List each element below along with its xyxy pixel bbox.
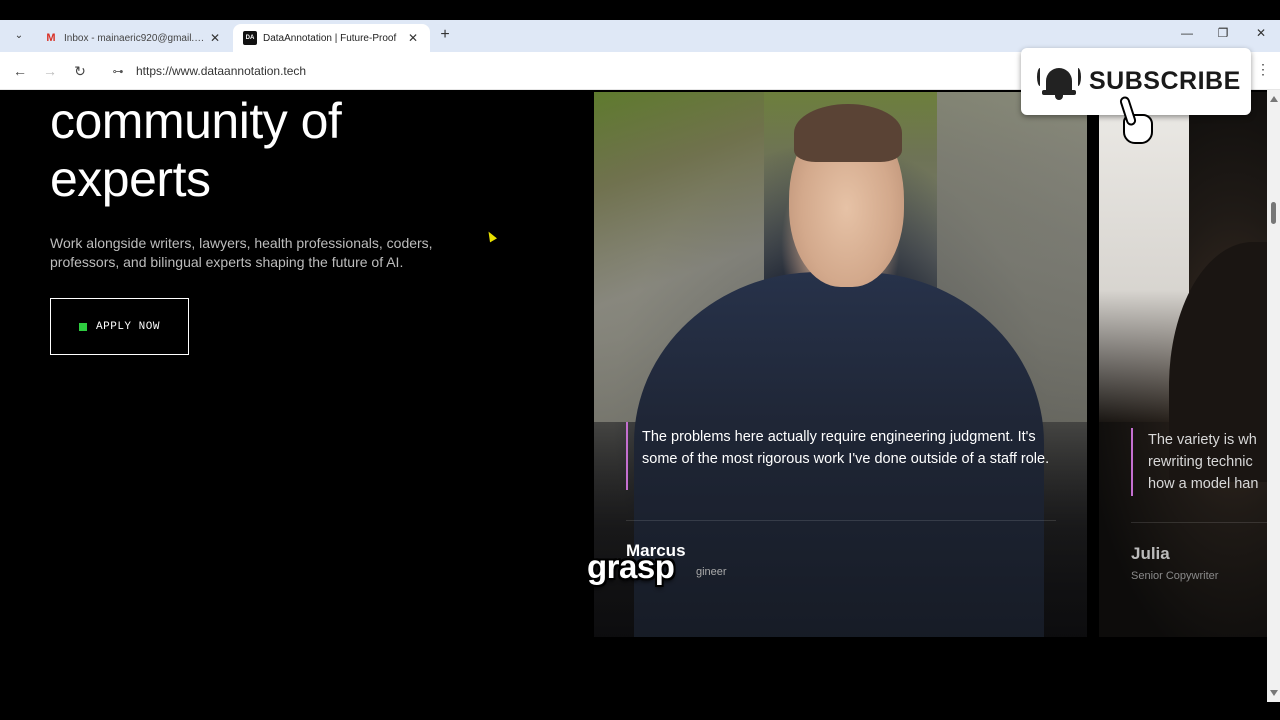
url-text[interactable]: https://www.dataannotation.tech: [136, 64, 306, 78]
top-black-bar: [0, 0, 1280, 20]
scroll-thumb[interactable]: [1271, 202, 1276, 224]
quote-line: how a model han: [1148, 476, 1259, 492]
address-bar[interactable]: ⊶ https://www.dataannotation.tech: [102, 57, 1020, 85]
headline-line-1: community of: [50, 93, 342, 149]
minimize-icon[interactable]: —: [1172, 26, 1202, 40]
tab-close-icon[interactable]: ✕: [406, 31, 420, 45]
pointing-hand-icon: [1117, 95, 1157, 148]
back-button[interactable]: ←: [10, 61, 30, 81]
tab-search-button[interactable]: ⌄: [10, 27, 28, 45]
quote-accent-bar: [626, 422, 628, 490]
quote-line: rewriting technic: [1148, 454, 1253, 470]
mouse-cursor-icon: [485, 229, 497, 243]
close-window-icon[interactable]: ✕: [1246, 26, 1276, 40]
hero-headline: community of experts: [50, 92, 530, 208]
headline-line-2: experts: [50, 151, 211, 207]
quote-line: The variety is wh: [1148, 432, 1257, 448]
apply-now-button[interactable]: APPLY NOW: [50, 298, 189, 355]
testimonial-quote: The variety is wh rewriting technic how …: [1148, 429, 1267, 495]
restore-icon[interactable]: ❐: [1208, 26, 1238, 40]
tab-title: DataAnnotation | Future-Proof: [263, 32, 397, 44]
bottom-black-bar: [0, 702, 1280, 720]
tab-title: Inbox - mainaeric920@gmail.com: [64, 32, 208, 44]
testimonial-quote: The problems here actually require engin…: [642, 429, 1050, 467]
card-divider: [626, 520, 1056, 521]
card-divider: [1131, 522, 1267, 523]
tab-close-icon[interactable]: ✕: [208, 31, 222, 45]
browser-menu-icon[interactable]: ⋮: [1256, 61, 1270, 78]
screen: ⌄ M Inbox - mainaeric920@gmail.com ✕ DA …: [0, 0, 1280, 720]
subscribe-label: SUBSCRIBE: [1089, 67, 1241, 95]
new-tab-button[interactable]: +: [436, 26, 454, 44]
tab-dataannotation[interactable]: DA DataAnnotation | Future-Proof ✕: [233, 24, 430, 52]
testimonial-name: Julia: [1131, 544, 1170, 563]
testimonial-role: Senior Copywriter: [1131, 570, 1219, 582]
status-dot-icon: [79, 322, 88, 331]
da-favicon-icon: DA: [243, 31, 257, 45]
page-scrollbar[interactable]: [1267, 90, 1280, 702]
hero-subtext: Work alongside writers, lawyers, health …: [50, 235, 433, 270]
site-info-icon[interactable]: ⊶: [108, 65, 128, 78]
scroll-down-arrow-icon[interactable]: [1270, 690, 1278, 696]
apply-now-label: APPLY NOW: [96, 320, 160, 333]
video-caption: grasp: [587, 548, 675, 585]
testimonial-card-julia: The variety is wh rewriting technic how …: [1099, 92, 1267, 637]
forward-button[interactable]: →: [40, 61, 60, 81]
testimonial-role: gineer: [696, 566, 727, 578]
page-content: community of experts Work alongside writ…: [0, 90, 1267, 702]
reload-button[interactable]: ↻: [70, 61, 90, 81]
bell-icon: [1037, 62, 1081, 102]
tab-gmail-inbox[interactable]: M Inbox - mainaeric920@gmail.com ✕: [34, 24, 232, 52]
photo-person-hair: [794, 104, 902, 162]
gmail-icon: M: [46, 32, 56, 44]
scroll-up-arrow-icon[interactable]: [1270, 96, 1278, 102]
quote-accent-bar: [1131, 428, 1133, 496]
